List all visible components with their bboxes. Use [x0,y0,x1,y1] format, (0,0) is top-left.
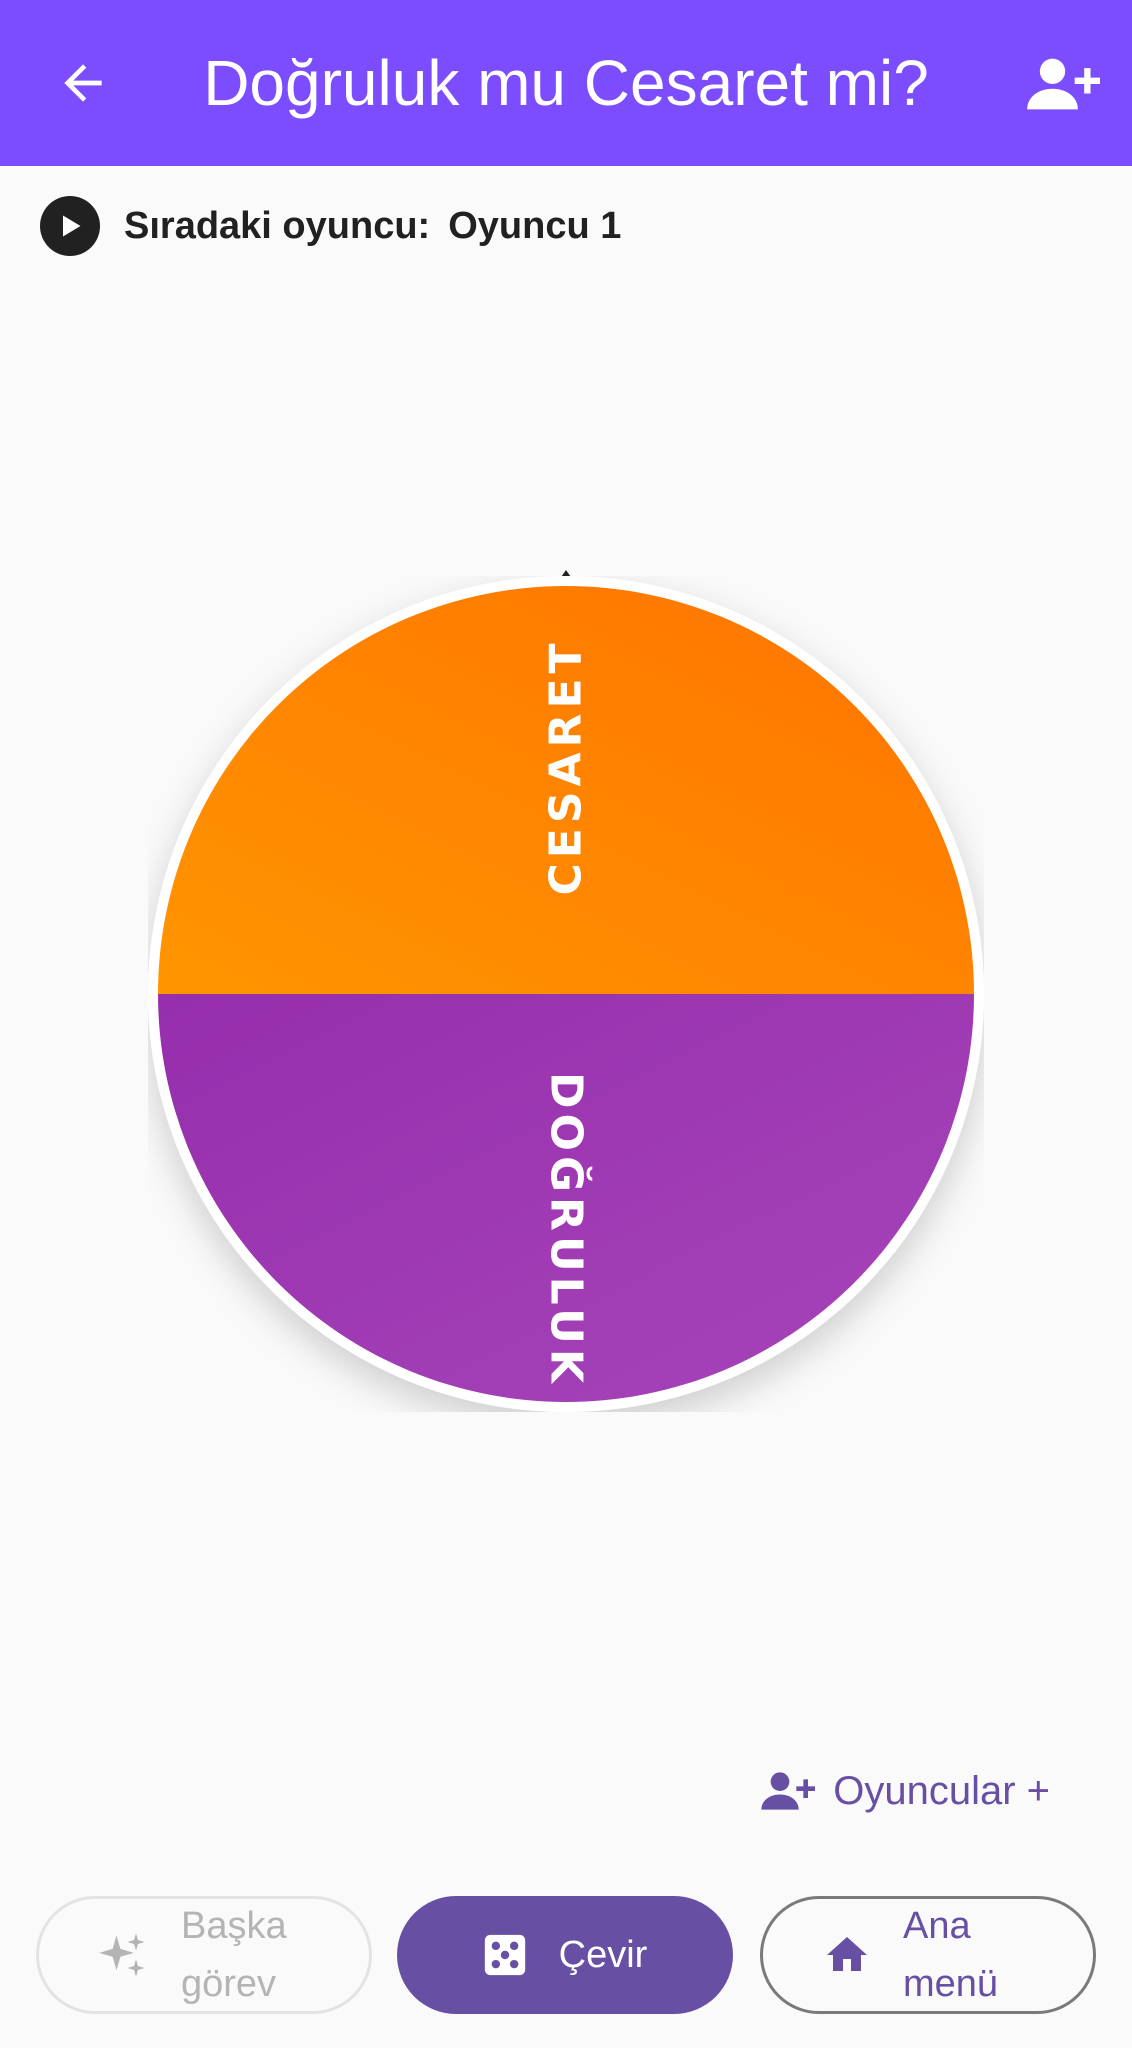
back-button[interactable] [48,48,118,118]
play-circle-icon [40,196,100,256]
arrow-back-icon [64,64,102,102]
dice-icon [483,1933,527,1977]
segment-label-cesaret: CESARET [541,638,592,895]
play-triangle [63,215,81,237]
bottom-action-bar: Başka görev Çevir Ana menü [36,1896,1096,2014]
person-add-icon [1027,58,1100,110]
other-task-label: Başka görev [181,1905,287,2005]
spin-label: Çevir [558,1934,648,1976]
other-task-button[interactable]: Başka görev [36,1896,372,2014]
players-button-label: Oyuncular + [833,1768,1050,1813]
spin-wheel[interactable]: CESARET DOĞRULUK [148,576,984,1412]
players-button[interactable]: Oyuncular + [759,1756,1050,1826]
next-player-label: Sıradaki oyuncu: [124,204,431,247]
main-menu-button[interactable]: Ana menü [760,1896,1096,2014]
sparkle-icon [97,1929,149,1981]
home-icon [823,1931,871,1979]
app-bar: Doğruluk mu Cesaret mi? [0,0,1132,166]
next-player-status: Sıradaki oyuncu: Oyuncu 1 [40,194,621,258]
page-title: Doğruluk mu Cesaret mi? [203,47,929,119]
next-player-name: Oyuncu 1 [448,204,622,247]
spin-button[interactable]: Çevir [397,1896,733,2014]
person-add-icon [761,1772,816,1810]
add-player-button[interactable] [1020,44,1104,124]
wheel-graphic: CESARET DOĞRULUK [148,576,984,1412]
segment-label-dogruluk: DOĞRULUK [541,1072,594,1388]
main-menu-label: Ana menü [903,1905,999,2005]
